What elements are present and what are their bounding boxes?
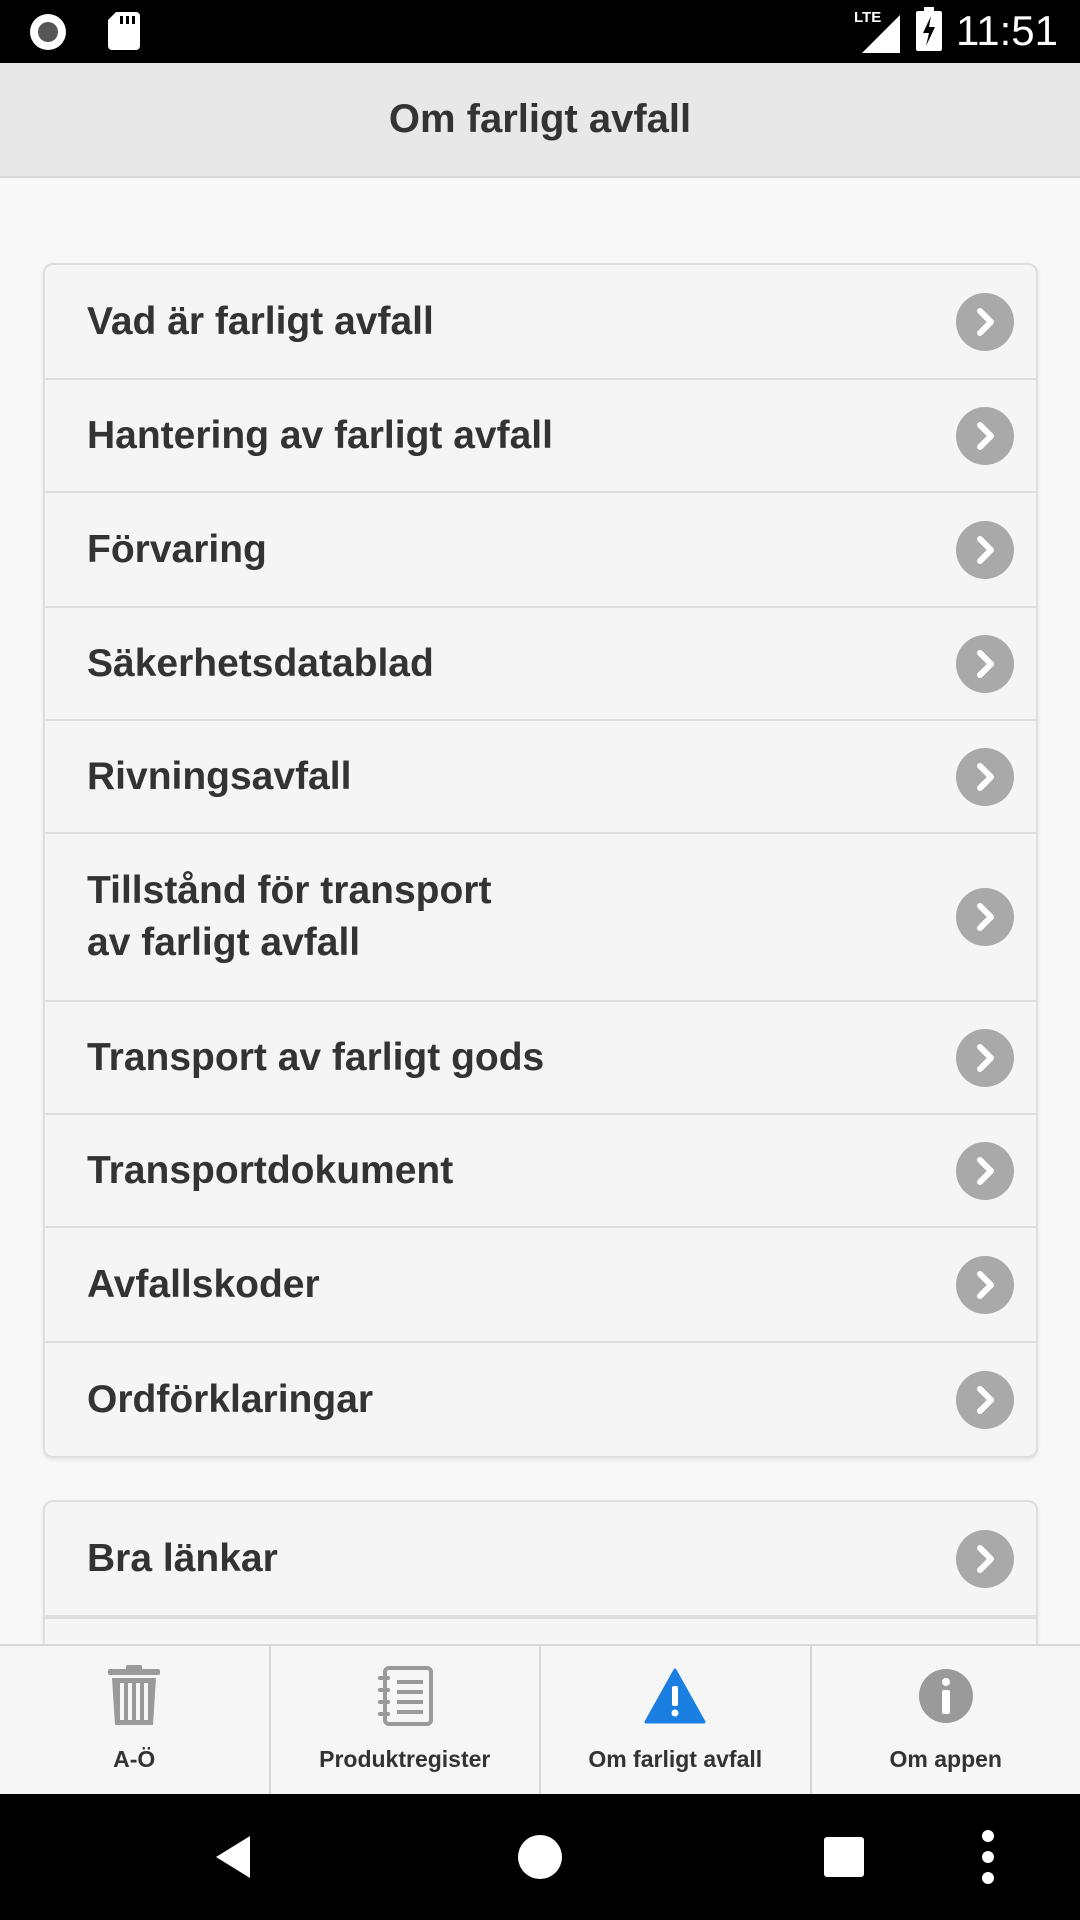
content-area[interactable]: Vad är farligt avfall Hantering av farli… bbox=[0, 178, 1080, 1644]
signal-icon: LTE bbox=[854, 7, 902, 55]
list-item-label: Vad är farligt avfall bbox=[87, 299, 434, 343]
more-icon[interactable] bbox=[968, 1824, 1008, 1890]
chevron-right-icon bbox=[956, 406, 1014, 465]
list-item-rivningsavfall[interactable]: Rivningsavfall bbox=[45, 721, 1036, 834]
system-nav-bar bbox=[0, 1794, 1080, 1920]
chevron-right-icon bbox=[956, 292, 1014, 351]
back-icon[interactable] bbox=[200, 1824, 266, 1890]
list-item-avfallskoder[interactable]: Avfallskoder bbox=[45, 1228, 1036, 1343]
tab-a-o[interactable]: A-Ö bbox=[0, 1646, 271, 1794]
tab-label: Produktregister bbox=[319, 1746, 491, 1772]
chevron-right-icon bbox=[956, 1529, 1014, 1588]
list-item-partial bbox=[45, 1617, 1036, 1644]
list-item-label: Förvaring bbox=[87, 527, 267, 571]
home-icon[interactable] bbox=[507, 1824, 573, 1890]
tab-label: Om appen bbox=[889, 1746, 1002, 1772]
trash-can-icon bbox=[102, 1664, 166, 1728]
list-item-label: Hantering av farligt avfall bbox=[87, 413, 553, 457]
chevron-right-icon bbox=[956, 1370, 1014, 1429]
record-icon bbox=[28, 12, 68, 57]
battery-charging-icon bbox=[916, 6, 942, 56]
list-item-label: Rivningsavfall bbox=[87, 754, 352, 798]
status-bar: LTE 11:51 bbox=[0, 0, 1080, 63]
tab-bar: A-Ö Produktregister Om farligt avfall Om… bbox=[0, 1644, 1080, 1794]
chevron-right-icon bbox=[956, 888, 1014, 946]
app-header: Om farligt avfall bbox=[0, 63, 1080, 178]
list-item-label: Tillstånd för transport av farligt avfal… bbox=[87, 869, 492, 964]
list-item-label: Transport av farligt gods bbox=[87, 1035, 545, 1079]
page-title: Om farligt avfall bbox=[388, 97, 692, 141]
list-item-transportdokument[interactable]: Transportdokument bbox=[45, 1115, 1036, 1228]
list-item-hantering[interactable]: Hantering av farligt avfall bbox=[45, 380, 1036, 493]
chevron-right-icon bbox=[956, 1255, 1014, 1314]
tab-om-farligt-avfall[interactable]: Om farligt avfall bbox=[541, 1646, 812, 1794]
list-item-tillstand-transport[interactable]: Tillstånd för transport av farligt avfal… bbox=[45, 834, 1036, 1002]
chevron-right-icon bbox=[956, 520, 1014, 579]
chevron-right-icon bbox=[956, 1028, 1014, 1087]
list-item-label: Säkerhetsdatablad bbox=[87, 641, 434, 685]
sd-card-icon bbox=[108, 12, 140, 57]
list-item-label: Bra länkar bbox=[87, 1536, 278, 1580]
tab-produktregister[interactable]: Produktregister bbox=[271, 1646, 541, 1794]
tab-label: Om farligt avfall bbox=[588, 1746, 763, 1772]
tab-om-appen[interactable]: Om appen bbox=[812, 1646, 1080, 1794]
info-icon bbox=[914, 1664, 978, 1728]
recents-icon[interactable] bbox=[811, 1824, 877, 1890]
list-item-transport-farligt-gods[interactable]: Transport av farligt gods bbox=[45, 1002, 1036, 1115]
list-item-bra-lankar[interactable]: Bra länkar bbox=[45, 1502, 1036, 1617]
topics-card: Vad är farligt avfall Hantering av farli… bbox=[43, 263, 1038, 1458]
notebook-icon bbox=[373, 1664, 437, 1728]
tab-label: A-Ö bbox=[113, 1746, 156, 1772]
list-item-label: Ordförklaringar bbox=[87, 1377, 374, 1421]
warning-icon bbox=[643, 1664, 707, 1728]
chevron-right-icon bbox=[956, 747, 1014, 806]
list-item-sakerhetsdatablad[interactable]: Säkerhetsdatablad bbox=[45, 608, 1036, 721]
list-item-vad-ar-farligt-avfall[interactable]: Vad är farligt avfall bbox=[45, 265, 1036, 380]
links-card: Bra länkar bbox=[43, 1500, 1038, 1644]
status-time: 11:51 bbox=[956, 7, 1058, 54]
chevron-right-icon bbox=[956, 1141, 1014, 1200]
chevron-right-icon bbox=[956, 634, 1014, 693]
list-item-ordforklaringar[interactable]: Ordförklaringar bbox=[45, 1343, 1036, 1456]
list-item-label: Avfallskoder bbox=[87, 1262, 320, 1306]
list-item-label: Transportdokument bbox=[87, 1148, 454, 1192]
list-item-forvaring[interactable]: Förvaring bbox=[45, 493, 1036, 608]
